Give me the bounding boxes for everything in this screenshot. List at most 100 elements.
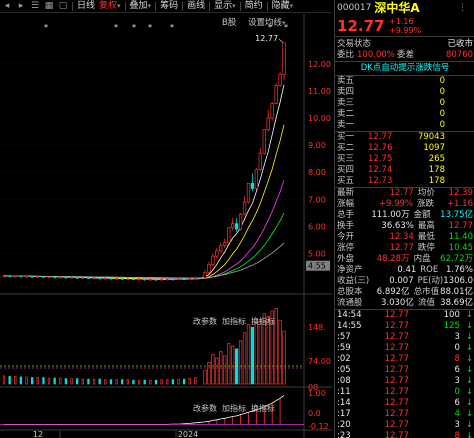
tick-direction-icon: ↓ [465, 387, 473, 397]
x-axis-label: 12 [33, 430, 43, 438]
stat-label: 最高 [417, 221, 435, 231]
toolbar-button[interactable]: 复权▾ [97, 0, 123, 12]
tick-list[interactable]: 14:54 12.77 100 ↓ 14:55 12.77 125 ↓:57 12.77 3 ↓:5… [335, 310, 474, 438]
kline-chart[interactable]: 12.00 11.00 10.00 9.00 8.00 7.00 6.00 5.00 4.55 *… [0, 14, 332, 438]
toolbar-button[interactable]: 简约 [243, 0, 265, 12]
buy-price: 12.75 [368, 154, 393, 164]
chevron-down-icon: ▾ [147, 2, 152, 10]
more-icon[interactable]: ⋮ [458, 3, 474, 13]
candle-body [227, 227, 231, 243]
ma-settings-caret: ▾ [282, 19, 286, 27]
indicator-tool-button[interactable]: 换指标 [251, 403, 275, 413]
tick-direction-icon: ↓ [465, 332, 473, 342]
toolbar-button[interactable]: 隐藏▾ [270, 0, 296, 12]
stats-row: 外盘 48.28万 内盘 62.72万 [335, 254, 474, 265]
volume-bar [171, 379, 175, 385]
chart-area[interactable]: 12.00 11.00 10.00 9.00 8.00 7.00 6.00 5.00 4.55 *… [0, 14, 332, 438]
tick-volume: 0 [454, 343, 460, 353]
toolbar-button[interactable]: 筹码 [158, 0, 180, 12]
stock-name: 深中华A [374, 1, 420, 15]
volume-tool-button[interactable]: 改参数 [193, 316, 217, 326]
tick-volume: 4 [454, 409, 460, 419]
stock-header: 000017 深中华A ⋮ [335, 0, 474, 15]
ma-settings-button[interactable]: 设置均线▾ [248, 16, 286, 28]
toolbar-button-label: 叠加 [129, 1, 148, 11]
toolbar-button-label: 隐藏 [271, 1, 290, 11]
list-icon[interactable]: ☰ [28, 0, 42, 12]
volume-tool-button[interactable]: 加指标 [222, 316, 246, 326]
candle-body [242, 201, 247, 215]
price-axis-tick: 11.00 [308, 87, 331, 96]
candle-body [154, 278, 158, 281]
candle-body [223, 242, 227, 246]
stat-value: +9.99% [378, 199, 413, 209]
volume-bar [231, 345, 235, 385]
volume-bar [177, 378, 180, 385]
tick-volume: 3 [454, 420, 460, 430]
stat-value: 12.77 [389, 243, 414, 253]
buy-price: 12.73 [368, 176, 393, 186]
period-button[interactable]: 日线 [75, 0, 97, 12]
candle-body [64, 276, 68, 279]
sell-row: 卖四 0 [335, 87, 474, 98]
stat-value: 0.41 [397, 265, 417, 275]
toolbar: ◂ ▸ ☰ ▦ ▢ 日线 复权▾ 叠加▾ 筹码 画线 显示▾ 简约 隐藏▾ [0, 0, 332, 13]
sell-label: 卖五 [337, 76, 355, 86]
stock-code: 000017 [337, 2, 372, 13]
candle-body [25, 275, 28, 278]
frame-icon[interactable]: ▢ [56, 0, 70, 12]
buy-label: 买一 [337, 132, 355, 142]
toolbar-button[interactable]: 叠加▾ [128, 0, 154, 12]
ma-line [3, 84, 285, 280]
event-marker: * [132, 23, 136, 32]
volume-bar [143, 379, 146, 385]
trade-status-row: 交易状态 已收市 [335, 39, 474, 50]
stats-row: 净资产 0.41 ROE 1.76% [335, 265, 474, 276]
candle-body [81, 277, 84, 279]
buy-book: 买一 12.77 79043 买二 12.76 1097 买三 12.75 265 买四 12.74… [335, 132, 474, 187]
tick-time: 14:54 [337, 310, 362, 320]
tick-price: 12.77 [384, 343, 409, 353]
grid-icon[interactable]: ▦ [42, 0, 56, 12]
toolbar-divider [266, 1, 268, 11]
indicator-tool-button[interactable]: 改参数 [193, 403, 217, 413]
b-share-label[interactable]: B股 [222, 16, 236, 28]
candle-body [19, 275, 23, 278]
tick-time: :59 [337, 343, 351, 353]
volume-tool-button[interactable]: 换指标 [251, 316, 275, 326]
candle-body [160, 278, 163, 281]
stat-value: 12.39 [448, 188, 473, 198]
forward-icon[interactable]: ▸ [14, 0, 28, 12]
volume-bar [104, 379, 107, 385]
back-icon[interactable]: ◂ [0, 0, 14, 12]
indicator-tool-button[interactable]: 加指标 [222, 403, 246, 413]
tick-row: 14:54 12.77 100 ↓ [335, 310, 474, 321]
candle-body [42, 276, 45, 278]
volume-bar [207, 362, 211, 385]
stat-label: 总股本 [337, 287, 363, 297]
tick-price: 12.77 [384, 354, 409, 364]
candle-body [274, 85, 278, 104]
buy-row: 买三 12.75 265 [335, 154, 474, 165]
candle-body [250, 182, 255, 189]
volume-bar [282, 330, 286, 385]
tick-direction-icon: ↓ [465, 354, 473, 364]
sell-label: 卖四 [337, 87, 355, 97]
volume-bar [53, 377, 56, 385]
volume-bar [194, 377, 197, 385]
dk-signal-button[interactable]: DK点自动提示涨跌信号 [335, 62, 474, 75]
chevron-down-icon: ▾ [289, 2, 294, 10]
candle-body [98, 277, 101, 280]
tick-price: 12.77 [384, 398, 409, 408]
toolbar-button[interactable]: 显示▾ [212, 0, 238, 12]
candle-body [30, 275, 34, 278]
candle-body [47, 276, 51, 279]
stat-label: 跌停 [417, 243, 435, 253]
toolbar-button[interactable]: 画线 [185, 0, 207, 12]
stats-table: 最新 12.77 均价 12.39 涨幅 +9.99% 涨跌 +1.16 总手 111.00万 金额… [335, 188, 474, 309]
price-block: 12.77 +1.16 +9.99% [335, 15, 474, 37]
volume-bar [242, 332, 247, 385]
price-axis-tick: 7.00 [308, 195, 326, 204]
dk-signal-text: DK点自动提示涨跌信号 [360, 63, 450, 73]
candle-body [207, 263, 211, 273]
